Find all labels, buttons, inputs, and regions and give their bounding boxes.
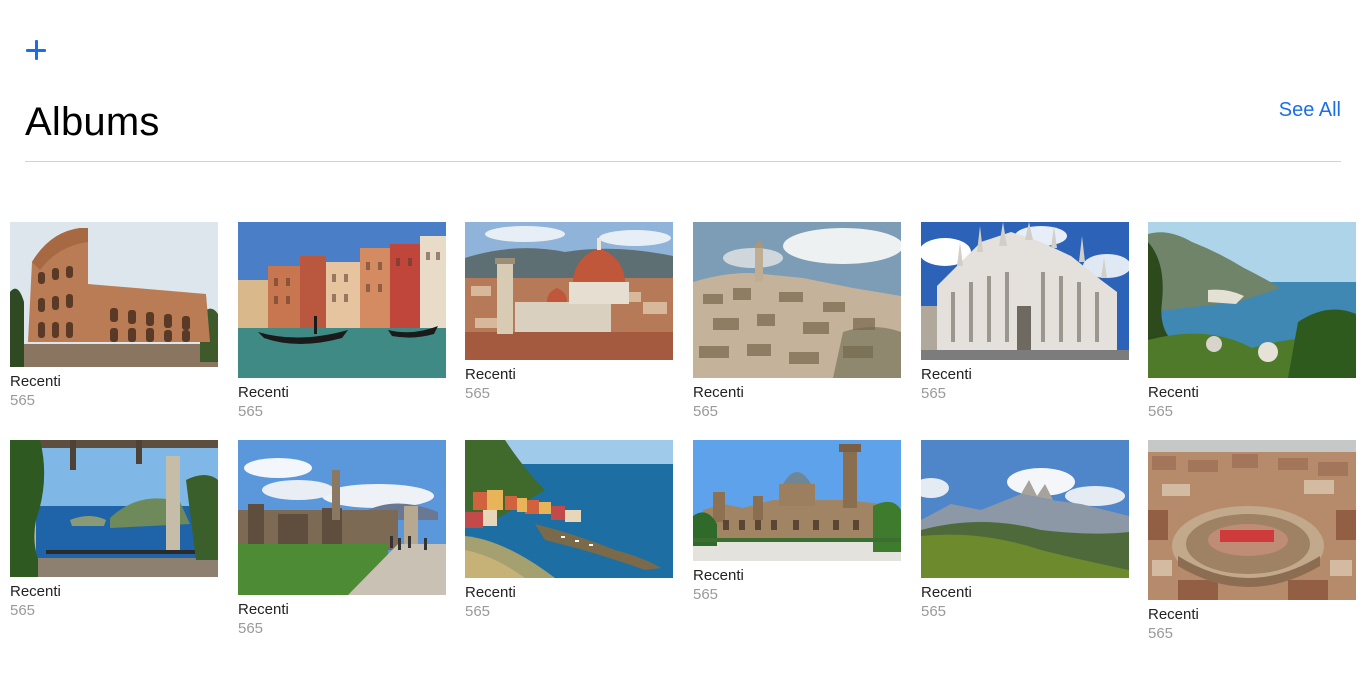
album-count: 565 bbox=[1148, 403, 1174, 420]
album-thumbnail bbox=[693, 222, 901, 378]
album-card[interactable]: Recenti 565 bbox=[238, 440, 446, 638]
album-name: Recenti bbox=[465, 584, 516, 601]
album-thumbnail bbox=[10, 440, 218, 577]
album-thumbnail bbox=[1148, 222, 1356, 378]
album-count: 565 bbox=[465, 603, 491, 620]
album-name: Recenti bbox=[1148, 384, 1199, 401]
album-name: Recenti bbox=[238, 384, 289, 401]
album-card[interactable]: Recenti 565 bbox=[693, 222, 901, 421]
album-thumbnail bbox=[238, 222, 446, 378]
album-card[interactable]: Recenti 565 bbox=[693, 440, 901, 604]
album-thumbnail bbox=[693, 440, 901, 561]
album-name: Recenti bbox=[921, 366, 972, 383]
album-name: Recenti bbox=[238, 601, 289, 618]
album-name: Recenti bbox=[693, 567, 744, 584]
album-card[interactable]: Recenti 565 bbox=[10, 222, 218, 410]
album-count: 565 bbox=[693, 403, 719, 420]
album-name: Recenti bbox=[465, 366, 516, 383]
album-card[interactable]: Recenti 565 bbox=[465, 440, 673, 621]
album-name: Recenti bbox=[693, 384, 744, 401]
header-divider bbox=[25, 161, 1341, 162]
album-thumbnail bbox=[238, 440, 446, 595]
album-name: Recenti bbox=[921, 584, 972, 601]
album-card[interactable]: Recenti 565 bbox=[238, 222, 446, 421]
album-count: 565 bbox=[693, 586, 719, 603]
album-card[interactable]: Recenti 565 bbox=[465, 222, 673, 403]
see-all-link[interactable]: See All bbox=[1279, 98, 1341, 122]
album-card[interactable]: Recenti 565 bbox=[921, 440, 1129, 621]
album-count: 565 bbox=[238, 403, 264, 420]
album-name: Recenti bbox=[1148, 606, 1199, 623]
album-count: 565 bbox=[10, 392, 36, 409]
album-count: 565 bbox=[921, 385, 947, 402]
album-name: Recenti bbox=[10, 373, 61, 390]
album-count: 565 bbox=[1148, 625, 1174, 642]
album-thumbnail bbox=[465, 222, 673, 360]
album-card[interactable]: Recenti 565 bbox=[921, 222, 1129, 403]
add-album-button[interactable] bbox=[24, 36, 48, 64]
album-thumbnail bbox=[921, 222, 1129, 360]
album-count: 565 bbox=[10, 602, 36, 619]
album-card[interactable]: Recenti 565 bbox=[1148, 222, 1356, 421]
album-thumbnail bbox=[10, 222, 218, 367]
page-title: Albums bbox=[25, 100, 160, 144]
album-card[interactable]: Recenti 565 bbox=[1148, 440, 1356, 643]
album-name: Recenti bbox=[10, 583, 61, 600]
album-thumbnail bbox=[921, 440, 1129, 578]
album-count: 565 bbox=[921, 603, 947, 620]
album-card[interactable]: Recenti 565 bbox=[10, 440, 218, 620]
album-thumbnail bbox=[465, 440, 673, 578]
album-thumbnail bbox=[1148, 440, 1356, 600]
album-count: 565 bbox=[238, 620, 264, 637]
album-count: 565 bbox=[465, 385, 491, 402]
